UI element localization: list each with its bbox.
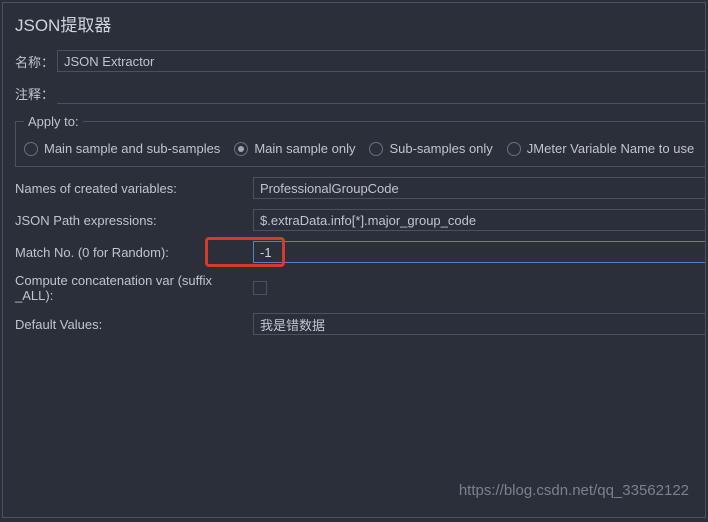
radio-sub-only[interactable]: Sub-samples only xyxy=(369,141,492,156)
radio-label: Sub-samples only xyxy=(389,141,492,156)
matchno-row: Match No. (0 for Random): xyxy=(15,241,705,263)
concat-row: Compute concatenation var (suffix _ALL): xyxy=(15,273,705,303)
concat-label: Compute concatenation var (suffix _ALL): xyxy=(15,273,253,303)
comment-label: 注释： xyxy=(15,84,57,103)
name-label: 名称： xyxy=(15,52,57,71)
radio-main-only[interactable]: Main sample only xyxy=(234,141,355,156)
apply-to-legend: Apply to: xyxy=(24,114,83,129)
names-row: Names of created variables: xyxy=(15,177,705,199)
radio-label: Main sample only xyxy=(254,141,355,156)
radio-label: Main sample and sub-samples xyxy=(44,141,220,156)
radio-icon xyxy=(234,142,248,156)
name-row: 名称： xyxy=(15,50,705,72)
watermark-text: https://blog.csdn.net/qq_33562122 xyxy=(459,482,689,499)
panel-title: JSON提取器 xyxy=(15,11,705,36)
matchno-input[interactable] xyxy=(253,241,705,263)
jsonpath-input[interactable] xyxy=(253,209,705,231)
json-extractor-panel: JSON提取器 名称： 注释： Apply to: Main sample an… xyxy=(2,2,706,518)
radio-icon xyxy=(507,142,521,156)
apply-to-radios: Main sample and sub-samples Main sample … xyxy=(24,141,697,156)
names-label: Names of created variables: xyxy=(15,181,253,196)
radio-main-and-sub[interactable]: Main sample and sub-samples xyxy=(24,141,220,156)
radio-icon xyxy=(24,142,38,156)
radio-jmeter-var[interactable]: JMeter Variable Name to use xyxy=(507,141,694,156)
apply-to-fieldset: Apply to: Main sample and sub-samples Ma… xyxy=(15,114,705,167)
default-input[interactable] xyxy=(253,313,705,335)
radio-icon xyxy=(369,142,383,156)
concat-checkbox[interactable] xyxy=(253,281,267,295)
radio-label: JMeter Variable Name to use xyxy=(527,141,694,156)
jsonpath-label: JSON Path expressions: xyxy=(15,213,253,228)
default-label: Default Values: xyxy=(15,317,253,332)
default-row: Default Values: xyxy=(15,313,705,335)
name-input[interactable] xyxy=(57,50,706,72)
matchno-label: Match No. (0 for Random): xyxy=(15,245,253,260)
comment-row: 注释： xyxy=(15,82,705,104)
names-input[interactable] xyxy=(253,177,705,199)
comment-input[interactable] xyxy=(57,82,706,104)
jsonpath-row: JSON Path expressions: xyxy=(15,209,705,231)
